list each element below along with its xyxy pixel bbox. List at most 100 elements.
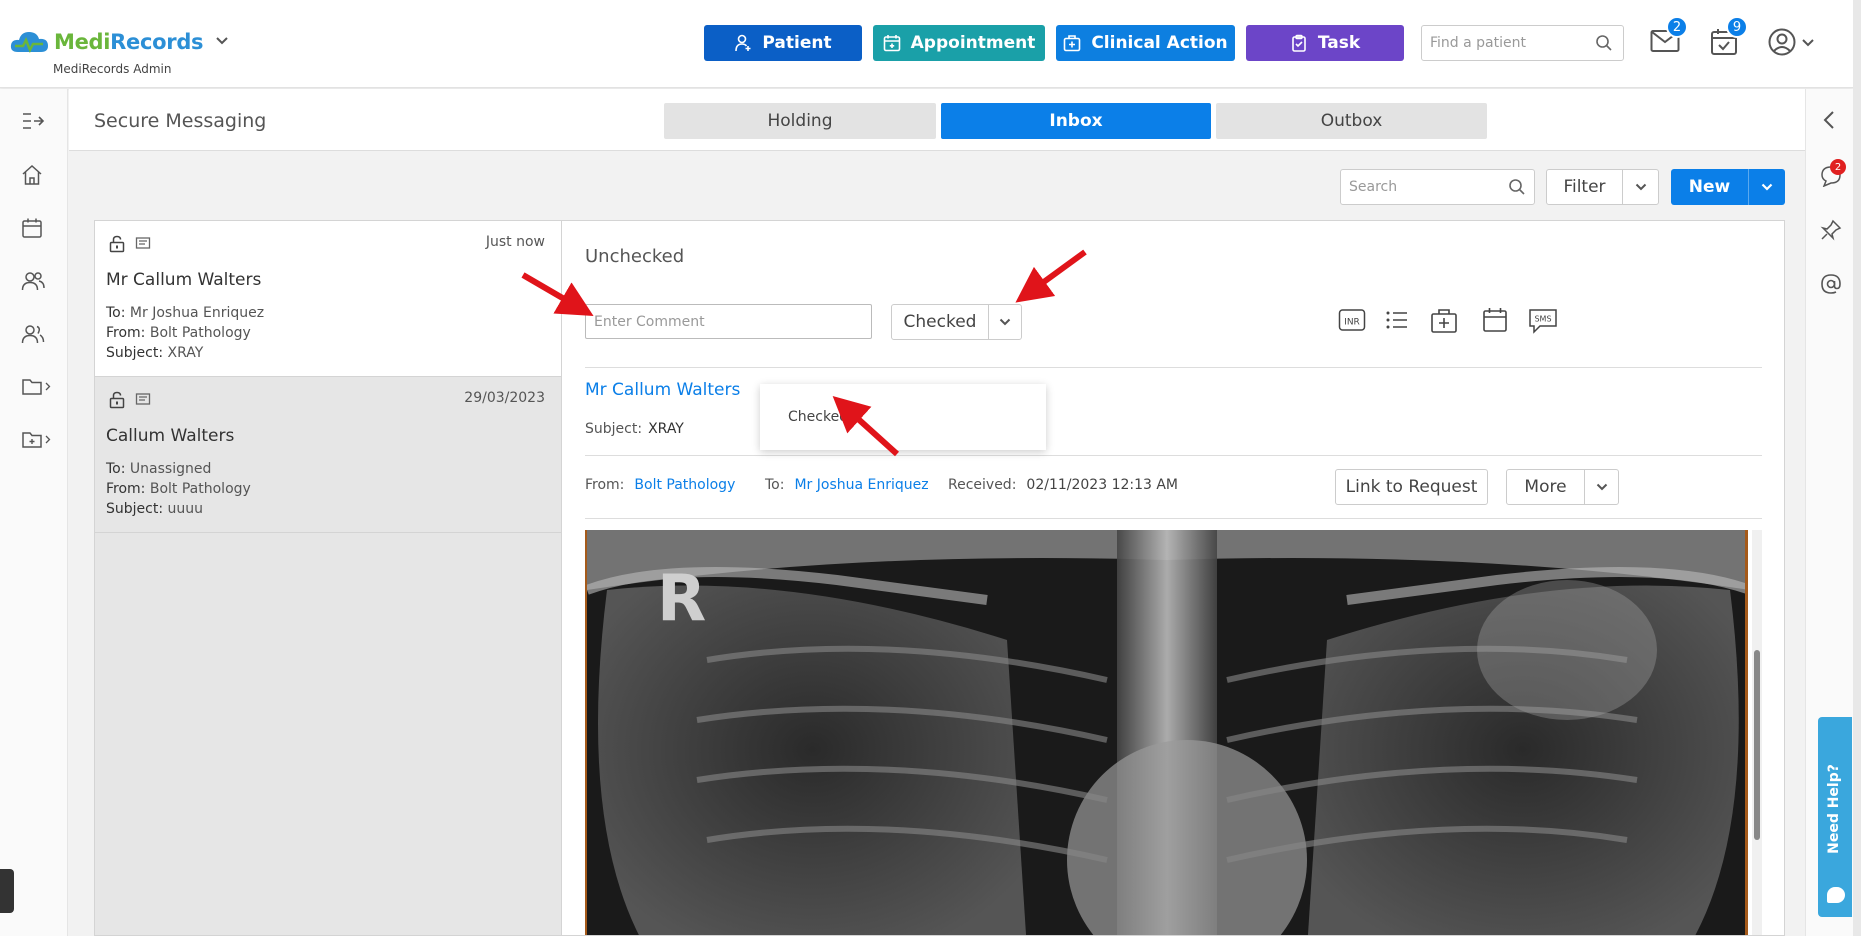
list-item[interactable]: Just now Mr Callum Walters To: Mr Joshua… <box>95 221 561 377</box>
unlock-icon <box>109 235 125 253</box>
clipboard-icon <box>1292 34 1306 52</box>
folder-add-expand-icon[interactable] <box>21 429 53 455</box>
list-item[interactable]: 29/03/2023 Callum Walters To: Unassigned… <box>95 377 561 533</box>
page-titlebar: Secure Messaging Holding Inbox Outbox <box>69 89 1805 151</box>
collapse-left-icon[interactable] <box>1820 109 1840 135</box>
new-button-label[interactable]: New <box>1671 169 1749 205</box>
calendar-icon[interactable] <box>21 217 43 243</box>
sms-icon: SMS <box>1529 309 1557 334</box>
to-link[interactable]: Mr Joshua Enriquez <box>794 477 928 493</box>
tasks-badge: 9 <box>1726 16 1748 38</box>
admin-label: MediRecords Admin <box>53 62 172 76</box>
message-status: Unchecked <box>585 246 685 267</box>
chat-bubble-icon <box>1827 887 1845 903</box>
detail-to: To: Mr Joshua Enriquez <box>765 477 929 493</box>
need-help-button[interactable]: Need Help? <box>1818 717 1852 917</box>
sms-button[interactable]: SMS <box>1528 307 1558 337</box>
find-patient-input[interactable] <box>1422 26 1582 60</box>
inr-button[interactable]: INR <box>1338 307 1366 337</box>
page-scrollbar[interactable] <box>1853 0 1861 936</box>
message-to: To: Unassigned <box>106 461 212 477</box>
patients-group-icon[interactable] <box>21 270 45 296</box>
app-logo[interactable]: MediRecords <box>10 28 229 56</box>
comment-input[interactable] <box>586 305 866 338</box>
search-icon[interactable] <box>1595 34 1613 56</box>
clinical-action-button-label: Clinical Action <box>1091 33 1228 53</box>
mail-button[interactable]: 2 <box>1650 16 1688 58</box>
list-icon <box>1386 311 1407 329</box>
search-icon[interactable] <box>1508 178 1526 200</box>
appointment-tool-button[interactable] <box>1482 307 1508 337</box>
filter-button-label[interactable]: Filter <box>1547 170 1623 204</box>
list-button[interactable] <box>1384 307 1410 337</box>
patient-button-label: Patient <box>762 33 832 53</box>
checked-button-label[interactable]: Checked <box>892 305 989 339</box>
checked-dropdown-menu: Checked <box>760 384 1046 450</box>
mention-icon[interactable] <box>1820 273 1842 299</box>
svg-text:R: R <box>657 562 706 636</box>
message-subject: Subject: XRAY <box>106 345 204 361</box>
checked-status-button[interactable]: Checked <box>891 304 1022 340</box>
sender-name-link[interactable]: Mr Callum Walters <box>585 380 740 400</box>
app-name: MediRecords <box>54 30 204 54</box>
xray-image: R <box>585 530 1748 935</box>
chevron-down-icon[interactable] <box>1623 170 1658 204</box>
link-to-request-button[interactable]: Link to Request <box>1335 469 1488 505</box>
tab-outbox[interactable]: Outbox <box>1216 103 1487 139</box>
appointment-button-label: Appointment <box>910 33 1036 53</box>
message-from: From: Bolt Pathology <box>106 325 251 341</box>
add-person-icon <box>735 34 751 52</box>
chevron-down-icon[interactable] <box>989 305 1021 339</box>
image-scrollbar[interactable] <box>1752 530 1762 935</box>
chat-icon[interactable]: 2 <box>1820 159 1846 191</box>
chevron-down-icon[interactable] <box>215 34 229 50</box>
contacts-icon[interactable] <box>21 323 45 349</box>
home-icon[interactable] <box>21 164 43 190</box>
message-search-input[interactable] <box>1341 170 1501 204</box>
chevron-down-icon[interactable] <box>1749 169 1785 205</box>
chat-badge: 2 <box>1830 159 1846 175</box>
task-button[interactable]: Task <box>1246 25 1404 61</box>
chevron-down-icon[interactable] <box>1585 470 1618 504</box>
message-time: 29/03/2023 <box>464 390 545 406</box>
find-patient-field[interactable] <box>1421 25 1624 61</box>
message-search-field[interactable] <box>1340 169 1535 205</box>
pin-icon[interactable] <box>1820 219 1842 245</box>
message-patient-name: Callum Walters <box>106 426 235 446</box>
side-handle[interactable] <box>0 869 14 913</box>
task-button-label: Task <box>1317 33 1361 53</box>
scrollbar-thumb[interactable] <box>1754 650 1760 840</box>
dropdown-option-checked[interactable]: Checked <box>788 409 848 425</box>
tab-inbox[interactable]: Inbox <box>941 103 1211 139</box>
more-button-label[interactable]: More <box>1507 470 1585 504</box>
new-message-button[interactable]: New <box>1671 169 1785 205</box>
document-icon <box>135 237 151 249</box>
unlock-icon <box>109 391 125 409</box>
expand-sidebar-icon[interactable] <box>21 111 45 135</box>
message-list: Just now Mr Callum Walters To: Mr Joshua… <box>94 220 562 936</box>
comment-field[interactable] <box>585 304 872 339</box>
tab-holding[interactable]: Holding <box>664 103 936 139</box>
message-detail: Unchecked Checked INR SMS Mr Callum Walt… <box>562 220 1785 936</box>
svg-text:SMS: SMS <box>1534 315 1551 324</box>
appointment-button[interactable]: Appointment <box>873 25 1045 61</box>
more-button[interactable]: More <box>1506 469 1619 505</box>
user-menu[interactable] <box>1768 28 1820 62</box>
divider <box>585 367 1762 368</box>
user-avatar-icon <box>1768 28 1814 56</box>
tasks-calendar-button[interactable]: 9 <box>1710 16 1748 60</box>
clinical-action-button[interactable]: Clinical Action <box>1056 25 1235 61</box>
document-icon <box>135 393 151 405</box>
clinical-action-tool-button[interactable] <box>1430 307 1458 337</box>
patient-button[interactable]: Patient <box>704 25 862 61</box>
filter-button[interactable]: Filter <box>1546 169 1659 205</box>
medical-kit-icon <box>1431 309 1457 333</box>
need-help-label: Need Help? <box>1826 764 1842 854</box>
left-sidebar <box>0 89 68 936</box>
folder-expand-icon[interactable] <box>21 376 53 402</box>
from-link[interactable]: Bolt Pathology <box>634 477 735 493</box>
detail-subject: Subject: XRAY <box>585 421 684 437</box>
message-time: Just now <box>485 234 545 250</box>
message-subject: Subject: uuuu <box>106 501 204 517</box>
detail-from: From: Bolt Pathology <box>585 477 736 493</box>
